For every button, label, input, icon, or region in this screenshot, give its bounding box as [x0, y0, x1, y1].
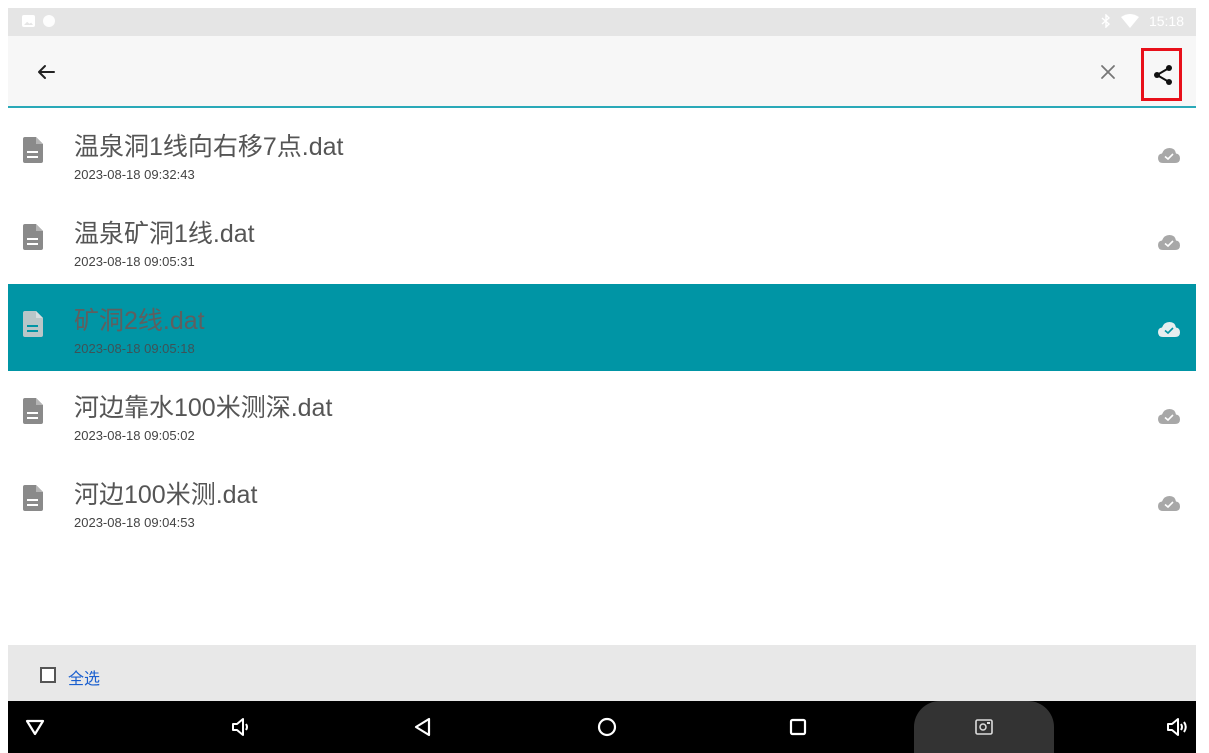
screenshot-icon[interactable] — [972, 715, 996, 739]
file-list-item[interactable]: 温泉洞1线向右移7点.dat 2023-08-18 09:32:43 — [8, 110, 1196, 197]
gallery-icon — [22, 15, 35, 27]
file-name: 温泉洞1线向右移7点.dat — [74, 133, 344, 161]
file-icon — [23, 137, 43, 163]
volume-up-icon[interactable] — [1165, 715, 1189, 739]
file-name: 河边100米测.dat — [74, 481, 258, 509]
select-all-checkbox[interactable] — [40, 667, 56, 683]
file-list-item[interactable]: 温泉矿洞1线.dat 2023-08-18 09:05:31 — [8, 197, 1196, 284]
back-icon[interactable] — [411, 715, 435, 739]
file-name: 矿洞2线.dat — [74, 307, 205, 335]
back-arrow-icon[interactable] — [34, 60, 58, 84]
status-time: 15:18 — [1148, 13, 1184, 29]
cloud-done-icon — [1158, 496, 1180, 511]
file-list-item[interactable]: 河边100米测.dat 2023-08-18 09:04:53 — [8, 458, 1196, 545]
file-list-item-selected[interactable]: 矿洞2线.dat 2023-08-18 09:05:18 — [8, 284, 1196, 371]
file-timestamp: 2023-08-18 09:05:02 — [74, 428, 195, 443]
select-all-label[interactable]: 全选 — [68, 665, 100, 689]
wifi-icon — [1120, 14, 1139, 28]
file-timestamp: 2023-08-18 09:05:31 — [74, 254, 195, 269]
navigation-bar — [8, 701, 1196, 753]
notification-dot-icon — [43, 15, 55, 27]
recents-icon[interactable] — [786, 715, 810, 739]
toolbar — [8, 36, 1196, 108]
file-timestamp: 2023-08-18 09:32:43 — [74, 167, 195, 182]
share-icon[interactable] — [1153, 64, 1173, 86]
cloud-done-icon — [1158, 322, 1180, 337]
file-list: 温泉洞1线向右移7点.dat 2023-08-18 09:32:43 温泉矿洞1… — [8, 110, 1196, 545]
close-icon[interactable] — [1098, 62, 1118, 82]
share-highlight-box — [1141, 48, 1182, 101]
file-name: 河边靠水100米测深.dat — [74, 394, 333, 422]
file-icon — [23, 398, 43, 424]
cloud-done-icon — [1158, 148, 1180, 163]
status-bar: 15:18 — [8, 8, 1196, 36]
volume-down-icon[interactable] — [228, 715, 252, 739]
select-all-bar: 全选 — [8, 645, 1196, 701]
file-timestamp: 2023-08-18 09:04:53 — [74, 515, 195, 530]
file-timestamp: 2023-08-18 09:05:18 — [74, 341, 195, 356]
file-icon — [23, 311, 43, 337]
hide-nav-icon[interactable] — [23, 715, 47, 739]
home-icon[interactable] — [595, 715, 619, 739]
bluetooth-icon — [1101, 14, 1110, 28]
screen: 15:18 温泉洞1线向右移7点.dat 2023-08-18 09:32:43… — [0, 0, 1209, 753]
cloud-done-icon — [1158, 409, 1180, 424]
file-name: 温泉矿洞1线.dat — [74, 220, 255, 248]
file-icon — [23, 224, 43, 250]
file-icon — [23, 485, 43, 511]
cloud-done-icon — [1158, 235, 1180, 250]
file-list-item[interactable]: 河边靠水100米测深.dat 2023-08-18 09:05:02 — [8, 371, 1196, 458]
